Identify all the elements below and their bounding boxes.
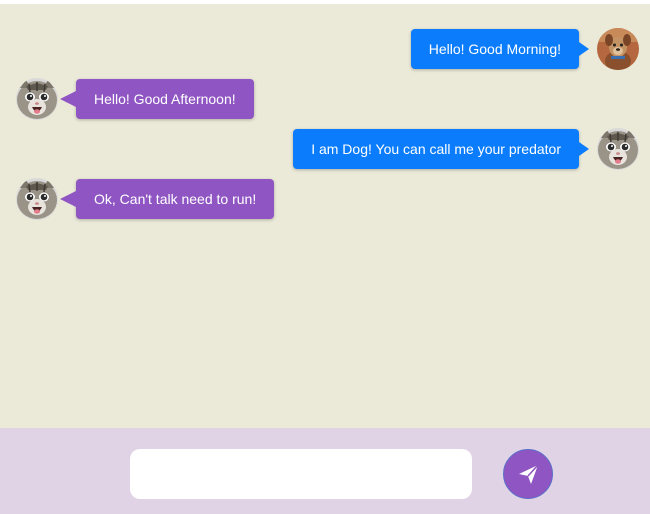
message-row: Hello! Good Afternoon! <box>0 78 650 120</box>
sent-message-bubble: Hello! Good Morning! <box>410 29 590 69</box>
message-row: I am Dog! You can call me your predator <box>0 128 650 170</box>
message-row: Ok, Can't talk need to run! <box>0 178 650 220</box>
message-composer <box>0 428 650 514</box>
cat-avatar <box>16 178 58 220</box>
send-button[interactable] <box>503 449 553 499</box>
received-message-bubble: Hello! Good Afternoon! <box>60 79 254 119</box>
received-message-bubble: Ok, Can't talk need to run! <box>59 179 275 219</box>
chat-area: Hello! Good Morning! Hello! Good Afterno… <box>0 4 650 428</box>
message-row: Hello! Good Morning! <box>0 28 650 70</box>
cat-avatar <box>16 78 58 120</box>
cat-avatar <box>597 128 639 170</box>
message-input[interactable] <box>130 449 472 499</box>
dog-avatar <box>597 28 639 70</box>
sent-message-bubble: I am Dog! You can call me your predator <box>293 129 589 169</box>
